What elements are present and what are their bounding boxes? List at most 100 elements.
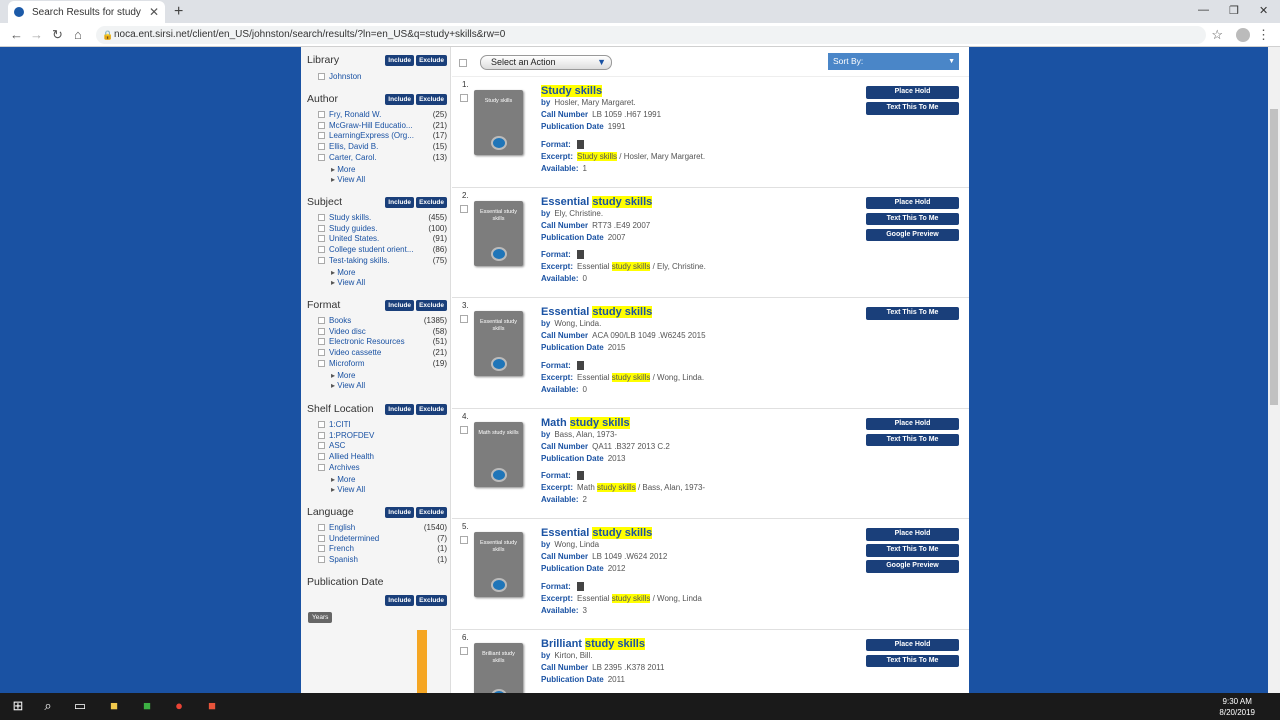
scrollbar[interactable] xyxy=(1268,47,1280,693)
result-checkbox[interactable] xyxy=(460,315,468,323)
include-button[interactable]: Include xyxy=(385,506,415,518)
new-tab-button[interactable]: + xyxy=(174,3,183,21)
text-this-to-me-button[interactable]: Text This To Me xyxy=(866,307,959,320)
facet-item[interactable]: Electronic Resources (51) xyxy=(307,336,447,347)
exclude-button[interactable]: Exclude xyxy=(416,54,447,66)
text-this-to-me-button[interactable]: Text This To Me xyxy=(866,212,959,225)
facet-checkbox[interactable] xyxy=(318,132,325,140)
facet-checkbox[interactable] xyxy=(318,224,325,232)
facet-item[interactable]: Ellis, David B. (15) xyxy=(307,141,447,152)
facet-checkbox[interactable] xyxy=(318,235,325,243)
book-cover-image[interactable]: Essential study skills xyxy=(474,532,523,597)
more-link[interactable]: More xyxy=(307,475,447,485)
task-view-icon[interactable]: ▭ xyxy=(72,698,88,714)
text-this-to-me-button[interactable]: Text This To Me xyxy=(866,544,959,557)
exclude-button[interactable]: Exclude xyxy=(416,196,447,208)
include-button[interactable]: Include xyxy=(385,93,415,105)
file-explorer-icon[interactable]: ■ xyxy=(106,698,122,714)
google-preview-button[interactable]: Google Preview xyxy=(866,228,959,241)
minimize-button[interactable]: — xyxy=(1198,4,1209,16)
bookmark-star-icon[interactable]: ☆ xyxy=(1211,27,1223,43)
maximize-button[interactable]: ❐ xyxy=(1229,4,1239,17)
years-toggle[interactable]: Years xyxy=(308,612,333,623)
result-checkbox[interactable] xyxy=(460,646,468,655)
exclude-button[interactable]: Exclude xyxy=(416,93,447,105)
select-all-checkbox[interactable] xyxy=(459,59,467,67)
more-link[interactable]: More xyxy=(307,165,447,175)
more-link[interactable]: More xyxy=(307,371,447,381)
facet-checkbox[interactable] xyxy=(318,452,325,460)
book-cover-image[interactable]: Brilliant study skills xyxy=(474,642,523,693)
facet-checkbox[interactable] xyxy=(318,359,325,367)
facet-item[interactable]: Test-taking skills. (75) xyxy=(307,255,447,266)
facet-item[interactable]: 1:CITI xyxy=(307,419,447,430)
facet-checkbox[interactable] xyxy=(318,316,325,324)
sort-by-dropdown[interactable]: Sort By: ▼ xyxy=(828,53,959,70)
snagit-icon[interactable]: ■ xyxy=(204,698,220,714)
result-title-link[interactable]: Essential study skills xyxy=(541,527,831,540)
facet-item[interactable]: Spanish (1) xyxy=(307,554,447,565)
facet-checkbox[interactable] xyxy=(318,256,325,264)
year-histogram-bar[interactable] xyxy=(417,630,427,693)
facet-checkbox[interactable] xyxy=(318,327,325,335)
facet-item[interactable]: Undetermined (7) xyxy=(307,533,447,544)
author-link[interactable]: Hosler, Mary Margaret. xyxy=(554,98,635,107)
facet-checkbox[interactable] xyxy=(318,348,325,356)
facet-checkbox[interactable] xyxy=(318,463,325,471)
facet-item[interactable]: Study skills. (455) xyxy=(307,212,447,223)
scrollbar-thumb[interactable] xyxy=(1270,109,1278,405)
facet-item[interactable]: McGraw-Hill Educatio... (21) xyxy=(307,120,447,131)
result-title-link[interactable]: Brilliant study skills xyxy=(541,637,831,651)
facet-checkbox[interactable] xyxy=(318,245,325,253)
include-button[interactable]: Include xyxy=(385,403,415,415)
facet-item[interactable]: Allied Health xyxy=(307,451,447,462)
windows-start-icon[interactable]: ⊞ xyxy=(10,698,26,714)
profile-avatar[interactable] xyxy=(1236,28,1250,42)
facet-item[interactable]: LearningExpress (Org... (17) xyxy=(307,130,447,141)
facet-item[interactable]: 1:PROFDEV xyxy=(307,430,447,441)
facet-checkbox[interactable] xyxy=(318,110,325,118)
book-cover-image[interactable]: Math study skills xyxy=(474,421,523,487)
author-link[interactable]: Kirton, Bill. xyxy=(554,651,592,660)
select-action-dropdown[interactable]: Select an Action ▼ xyxy=(480,55,612,70)
camtasia-icon[interactable]: ■ xyxy=(139,698,155,714)
include-button[interactable]: Include xyxy=(385,196,415,208)
facet-checkbox[interactable] xyxy=(318,534,325,542)
facet-checkbox[interactable] xyxy=(318,213,325,221)
text-this-to-me-button[interactable]: Text This To Me xyxy=(866,433,959,446)
book-cover-image[interactable]: Study skills xyxy=(474,90,523,155)
result-checkbox[interactable] xyxy=(460,536,468,544)
text-this-to-me-button[interactable]: Text This To Me xyxy=(866,102,959,115)
reload-button[interactable]: ↻ xyxy=(52,27,63,43)
facet-item[interactable]: Study guides. (100) xyxy=(307,223,447,234)
facet-item[interactable]: Johnston xyxy=(307,71,447,82)
facet-item[interactable]: Microform (19) xyxy=(307,358,447,369)
home-button[interactable]: ⌂ xyxy=(74,27,82,42)
facet-checkbox[interactable] xyxy=(318,153,325,161)
include-button[interactable]: Include xyxy=(385,299,415,311)
facet-item[interactable]: Archives xyxy=(307,462,447,473)
taskbar-clock[interactable]: 9:30 AM 8/20/2019 xyxy=(1219,696,1255,718)
facet-checkbox[interactable] xyxy=(318,523,325,531)
book-cover-image[interactable]: Essential study skills xyxy=(474,200,523,266)
facet-checkbox[interactable] xyxy=(318,121,325,129)
google-preview-button[interactable]: Google Preview xyxy=(866,560,959,573)
browser-tab[interactable]: Search Results for study skills ✕ xyxy=(8,1,165,23)
exclude-button[interactable]: Exclude xyxy=(416,594,447,606)
exclude-button[interactable]: Exclude xyxy=(416,506,447,518)
view-all-link[interactable]: View All xyxy=(307,175,447,185)
author-link[interactable]: Wong, Linda. xyxy=(554,319,601,328)
facet-item[interactable]: Books (1385) xyxy=(307,315,447,326)
search-icon[interactable]: ⌕ xyxy=(40,698,56,714)
chrome-icon[interactable]: ● xyxy=(171,698,187,714)
address-bar[interactable]: 🔒 noca.ent.sirsi.net/client/en_US/johnst… xyxy=(96,26,1206,44)
browser-menu-icon[interactable]: ⋮ xyxy=(1257,27,1270,43)
facet-checkbox[interactable] xyxy=(318,545,325,553)
facet-item[interactable]: Video cassette (21) xyxy=(307,347,447,358)
facet-checkbox[interactable] xyxy=(318,142,325,150)
result-title-link[interactable]: Essential study skills xyxy=(541,195,831,209)
facet-checkbox[interactable] xyxy=(318,431,325,439)
facet-item[interactable]: ASC xyxy=(307,440,447,451)
view-all-link[interactable]: View All xyxy=(307,381,447,391)
exclude-button[interactable]: Exclude xyxy=(416,403,447,415)
